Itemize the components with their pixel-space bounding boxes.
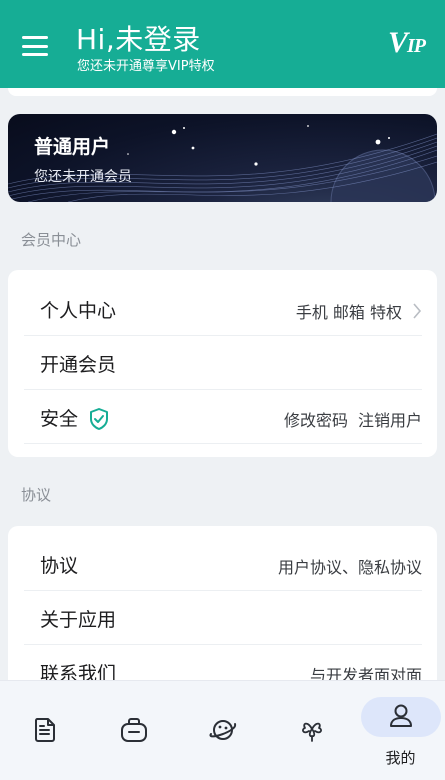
lunchbox-icon — [120, 718, 147, 742]
document-icon — [34, 718, 55, 742]
hamburger-menu-icon — [22, 36, 48, 39]
row-title: 协议 — [40, 555, 79, 577]
banner-title: 普通用户 — [34, 136, 111, 158]
greeting-subtitle: 您还未开通尊享VIP特权 — [77, 59, 215, 74]
nav-item-clover[interactable] — [267, 681, 356, 780]
row-title: 关于应用 — [40, 609, 117, 631]
row-open-membership[interactable]: 开通会员 — [24, 336, 422, 390]
row-title: 安全 — [40, 408, 79, 430]
nav-item-discover[interactable] — [178, 681, 267, 780]
row-personal-center[interactable]: 个人中心 手机 邮箱 特权 — [24, 282, 422, 336]
row-title: 个人中心 — [40, 300, 117, 322]
menu-button[interactable] — [22, 36, 48, 56]
row-about-app[interactable]: 关于应用 — [24, 591, 422, 645]
banner-subtitle: 您还未开通会员 — [34, 169, 132, 185]
membership-banner[interactable]: 普通用户 您还未开通会员 — [8, 114, 437, 202]
vip-logo[interactable]: VIP — [388, 26, 426, 60]
chevron-right-icon — [413, 303, 422, 319]
bottom-nav: 我的 — [0, 680, 445, 780]
agreement-label: 协议 — [21, 486, 52, 504]
row-title: 联系我们 — [40, 663, 117, 680]
row-title: 开通会员 — [40, 354, 117, 376]
shield-check-icon — [90, 408, 108, 430]
app-header: Hi,未登录 您还未开通尊享VIP特权 VIP — [0, 0, 445, 88]
change-password-link[interactable]: 修改密码 — [284, 407, 348, 431]
row-security[interactable]: 安全 修改密码 注销用户 — [24, 390, 422, 444]
row-agreement[interactable]: 协议 用户协议、隐私协议 — [24, 537, 422, 591]
user-icon — [389, 704, 412, 727]
row-detail: 手机 邮箱 特权 — [295, 303, 402, 322]
nav-item-mine[interactable]: 我的 — [356, 681, 445, 780]
row-detail: 用户协议、隐私协议 — [277, 558, 422, 577]
row-contact-us[interactable]: 联系我们 与开发者面对面 — [24, 645, 422, 680]
planet-icon — [209, 720, 236, 740]
member-center-card: 个人中心 手机 邮箱 特权 开通会员 安全 修改密码 注销用户 — [8, 270, 437, 457]
nav-item-box[interactable] — [89, 681, 178, 780]
row-detail: 与开发者面对面 — [309, 666, 422, 680]
delete-account-link[interactable]: 注销用户 — [358, 407, 422, 431]
clover-icon — [301, 722, 322, 742]
member-center-label: 会员中心 — [21, 231, 82, 249]
agreement-card: 协议 用户协议、隐私协议 关于应用 联系我们 与开发者面对面 — [8, 526, 437, 680]
content-scroll[interactable]: 普通用户 您还未开通会员 会员中心 个人中心 手机 邮箱 特权 开通会员 安全 … — [0, 88, 445, 680]
nav-item-documents[interactable] — [0, 681, 89, 780]
greeting-title: Hi,未登录 — [76, 23, 201, 56]
nav-label-mine: 我的 — [385, 749, 416, 767]
